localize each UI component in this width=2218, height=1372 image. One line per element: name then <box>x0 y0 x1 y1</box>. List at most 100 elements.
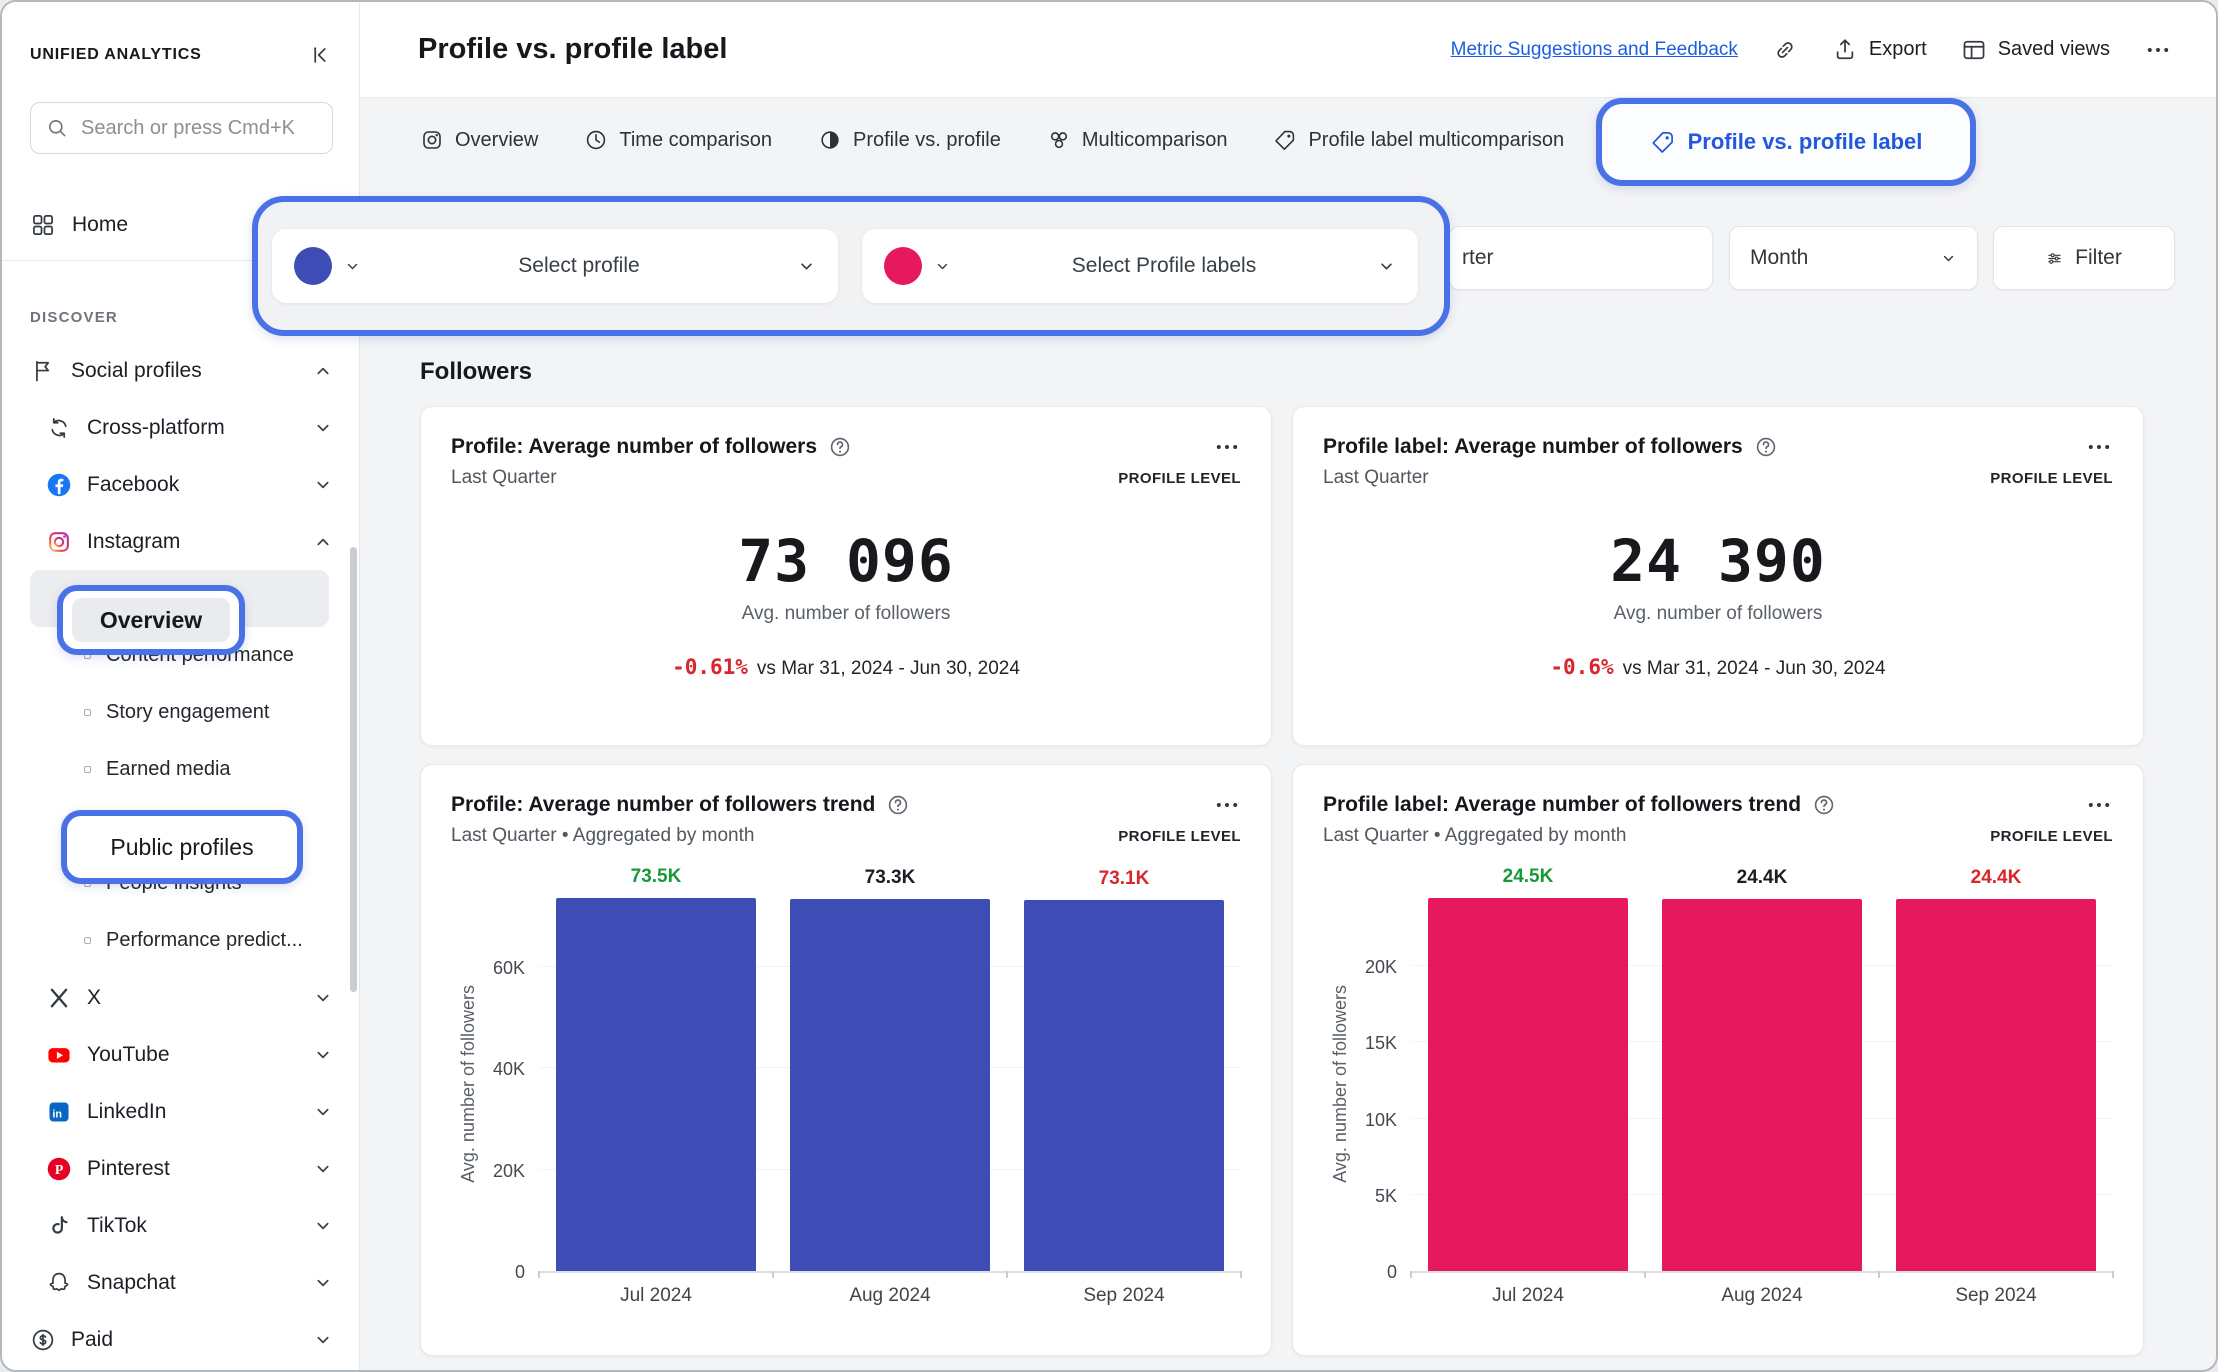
chevron-down-icon <box>313 1159 333 1179</box>
annotation-overview-item[interactable]: Overview <box>57 585 245 655</box>
sidebar-item-paid[interactable]: Paid <box>30 1311 333 1368</box>
flag-icon <box>30 358 56 384</box>
tab-time-comparison[interactable]: Time comparison <box>584 128 772 152</box>
card-title: Profile label: Average number of followe… <box>1323 793 1801 817</box>
chevron-down-icon[interactable] <box>344 258 361 275</box>
x-tick-label: Sep 2024 <box>1879 1285 2113 1307</box>
kpi-value: 73 096 <box>451 527 1241 595</box>
help-icon[interactable] <box>828 435 852 459</box>
x-tick-label: Aug 2024 <box>1645 1285 1879 1307</box>
sidebar-item-linkedin[interactable]: inLinkedIn <box>30 1083 333 1140</box>
search-input[interactable] <box>81 117 318 140</box>
svg-text:in: in <box>52 1108 62 1120</box>
svg-text:P: P <box>55 1162 64 1177</box>
chart-card: Profile: Average number of followers tre… <box>420 764 1272 1356</box>
card-period: Last Quarter <box>451 467 557 489</box>
profile-select-label: Select profile <box>361 254 797 278</box>
profile-level-badge: PROFILE LEVEL <box>1118 470 1241 487</box>
y-tick-label: 20K <box>493 1161 525 1182</box>
filter-button[interactable]: Filter <box>1993 226 2175 290</box>
y-axis-label: Avg. number of followers <box>458 985 479 1183</box>
card-menu-button[interactable] <box>1213 433 1241 461</box>
profile-labels-select[interactable]: Select Profile labels <box>862 229 1418 303</box>
chevron-up-icon <box>313 532 333 552</box>
card-menu-button[interactable] <box>1213 791 1241 819</box>
annotation-public-profiles-item[interactable]: Public profiles <box>61 810 303 884</box>
chevron-down-icon <box>313 418 333 438</box>
copy-link-icon[interactable] <box>1772 37 1798 63</box>
date-range-select[interactable]: rter <box>1449 226 1713 290</box>
tab-profile-vs-profile[interactable]: Profile vs. profile <box>818 128 1001 152</box>
profile-label-tag-icon <box>1650 129 1676 155</box>
home-grid-icon <box>30 212 56 238</box>
export-button[interactable]: Export <box>1832 37 1927 63</box>
sidebar-item-social-profiles[interactable]: Social profiles <box>30 342 333 399</box>
metric-suggestions-link[interactable]: Metric Suggestions and Feedback <box>1451 39 1738 61</box>
card-title: Profile: Average number of followers tre… <box>451 793 875 817</box>
bar <box>556 898 756 1271</box>
tab-profile-label-multicomparison[interactable]: Profile label multicomparison <box>1273 128 1564 152</box>
tab-multicomparison[interactable]: Multicomparison <box>1047 128 1228 152</box>
home-label: Home <box>72 213 128 237</box>
chevron-down-icon <box>1940 250 1957 267</box>
help-icon[interactable] <box>1754 435 1778 459</box>
sidebar-scrollbar[interactable] <box>350 547 357 992</box>
tiktok-icon <box>46 1213 72 1239</box>
header-more-button[interactable] <box>2144 36 2172 64</box>
chevron-down-icon <box>313 1273 333 1293</box>
help-icon[interactable] <box>886 793 910 817</box>
export-icon <box>1832 37 1858 63</box>
collapse-sidebar-button[interactable] <box>307 42 333 68</box>
active-tab-label: Profile vs. profile label <box>1688 129 1923 155</box>
sidebar-item-cross-platform[interactable]: Cross-platform <box>30 399 333 456</box>
sidebar-item-tiktok[interactable]: TikTok <box>30 1197 333 1254</box>
bullet-icon <box>84 766 91 773</box>
sidebar-item-youtube[interactable]: YouTube <box>30 1026 333 1083</box>
card-menu-button[interactable] <box>2085 433 2113 461</box>
y-tick-label: 20K <box>1365 957 1397 978</box>
saved-views-button[interactable]: Saved views <box>1961 37 2110 63</box>
half-circle-icon <box>818 128 842 152</box>
y-tick-label: 0 <box>1387 1262 1397 1283</box>
sidebar-item-snapchat[interactable]: Snapchat <box>30 1254 333 1311</box>
sidebar-item-instagram[interactable]: Instagram <box>30 513 333 570</box>
granularity-select[interactable]: Month <box>1729 226 1978 290</box>
sidebar-item-performance-predict[interactable]: Performance predict... <box>30 912 329 969</box>
profile-select[interactable]: Select profile <box>272 229 838 303</box>
chevron-down-icon[interactable] <box>934 258 951 275</box>
bullet-icon <box>84 709 91 716</box>
kpi-delta: -0.61% <box>672 655 748 679</box>
card-menu-button[interactable] <box>2085 791 2113 819</box>
sidebar-item-pinterest[interactable]: PPinterest <box>30 1140 333 1197</box>
filter-label: Filter <box>2075 246 2122 270</box>
card-period: Last Quarter • Aggregated by month <box>451 825 754 847</box>
search-icon <box>45 116 69 140</box>
chevron-down-icon <box>313 1330 333 1350</box>
bullet-icon <box>84 937 91 944</box>
profile-labels-select-label: Select Profile labels <box>951 254 1377 278</box>
card-title: Profile: Average number of followers <box>451 435 817 459</box>
card-period: Last Quarter • Aggregated by month <box>1323 825 1626 847</box>
chevron-down-icon <box>313 988 333 1008</box>
pinterest-icon: P <box>46 1156 72 1182</box>
bar <box>790 899 990 1271</box>
tab-overview[interactable]: Overview <box>420 128 538 152</box>
search-box[interactable] <box>30 102 333 154</box>
page-header: Profile vs. profile label Metric Suggest… <box>360 2 2216 98</box>
sidebar-item-story-engagement[interactable]: Story engagement <box>30 684 329 741</box>
y-tick-label: 15K <box>1365 1033 1397 1054</box>
sidebar-item-earned-media[interactable]: Earned media <box>30 741 329 798</box>
annotation-active-tab[interactable]: Profile vs. profile label <box>1596 98 1976 186</box>
multi-circles-icon <box>1047 128 1071 152</box>
granularity-label: Month <box>1750 246 1808 270</box>
sidebar-header: UNIFIED ANALYTICS <box>30 36 333 74</box>
sidebar-item-facebook[interactable]: Facebook <box>30 456 333 513</box>
overview-item-label: Overview <box>72 598 230 642</box>
sidebar-item-x[interactable]: X <box>30 969 333 1026</box>
help-icon[interactable] <box>1812 793 1836 817</box>
x-tick-label: Aug 2024 <box>773 1285 1007 1307</box>
chart-card: Profile label: Average number of followe… <box>1292 764 2144 1356</box>
bar <box>1428 898 1628 1271</box>
date-range-label: rter <box>1462 246 1494 270</box>
saved-views-label: Saved views <box>1998 38 2110 61</box>
